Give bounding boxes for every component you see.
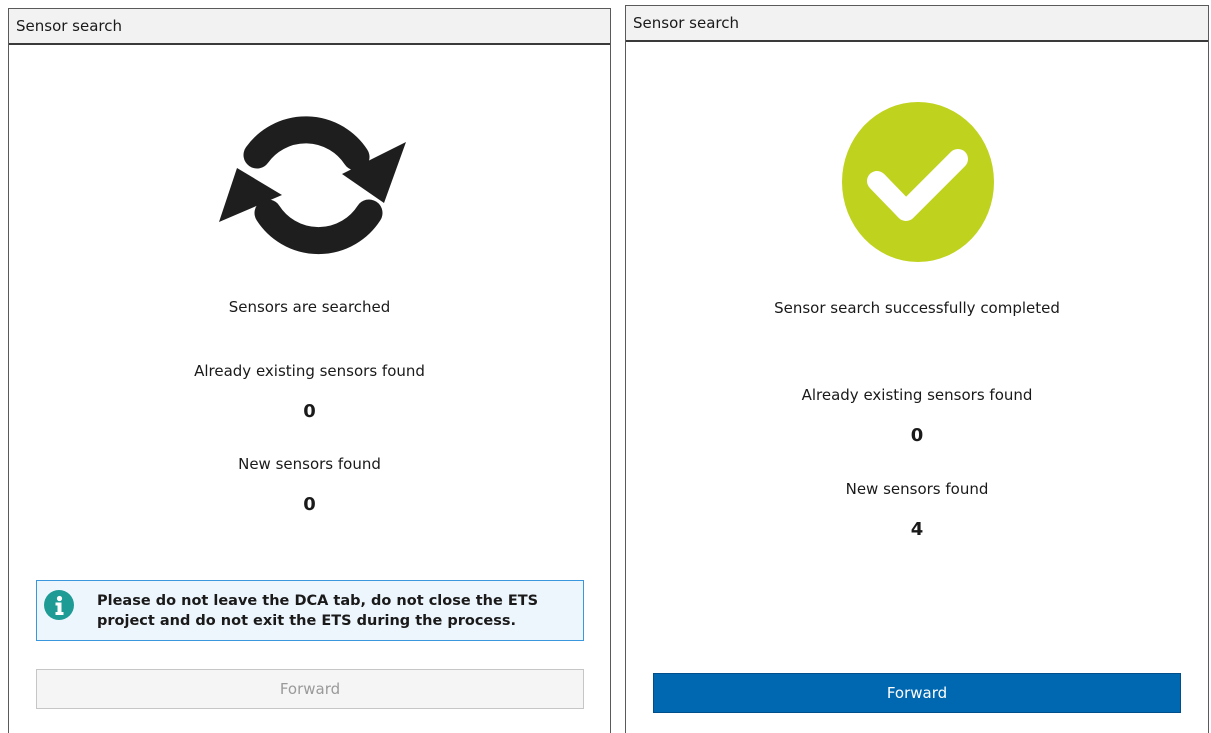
- panel-title: Sensor search: [626, 6, 1208, 42]
- existing-sensors-label: Already existing sensors found: [194, 362, 425, 380]
- existing-sensors-count: 0: [303, 401, 316, 422]
- forward-button[interactable]: Forward: [36, 669, 584, 709]
- existing-sensors-label: Already existing sensors found: [801, 386, 1033, 404]
- sensor-search-panel-completed: Sensor search Sensor search successfully…: [625, 5, 1209, 733]
- forward-button[interactable]: Forward: [653, 673, 1181, 713]
- info-message-text: Please do not leave the DCA tab, do not …: [97, 593, 539, 629]
- refresh-icon: [219, 116, 406, 255]
- checkmark-icon: [842, 102, 994, 262]
- info-message-box: Please do not leave the DCA tab, do not …: [36, 580, 584, 641]
- new-sensors-label: New sensors found: [238, 455, 381, 473]
- sensor-search-panel-searching: Sensor search Sensors are searched Alrea…: [8, 8, 611, 733]
- status-text: Sensor search successfully completed: [774, 299, 1060, 317]
- status-text: Sensors are searched: [228, 298, 391, 316]
- new-sensors-label: New sensors found: [845, 480, 989, 498]
- panel-title: Sensor search: [9, 9, 610, 45]
- existing-sensors-count: 0: [910, 425, 924, 446]
- new-sensors-count: 0: [303, 494, 316, 515]
- info-icon: [44, 590, 74, 620]
- new-sensors-count: 4: [910, 519, 924, 540]
